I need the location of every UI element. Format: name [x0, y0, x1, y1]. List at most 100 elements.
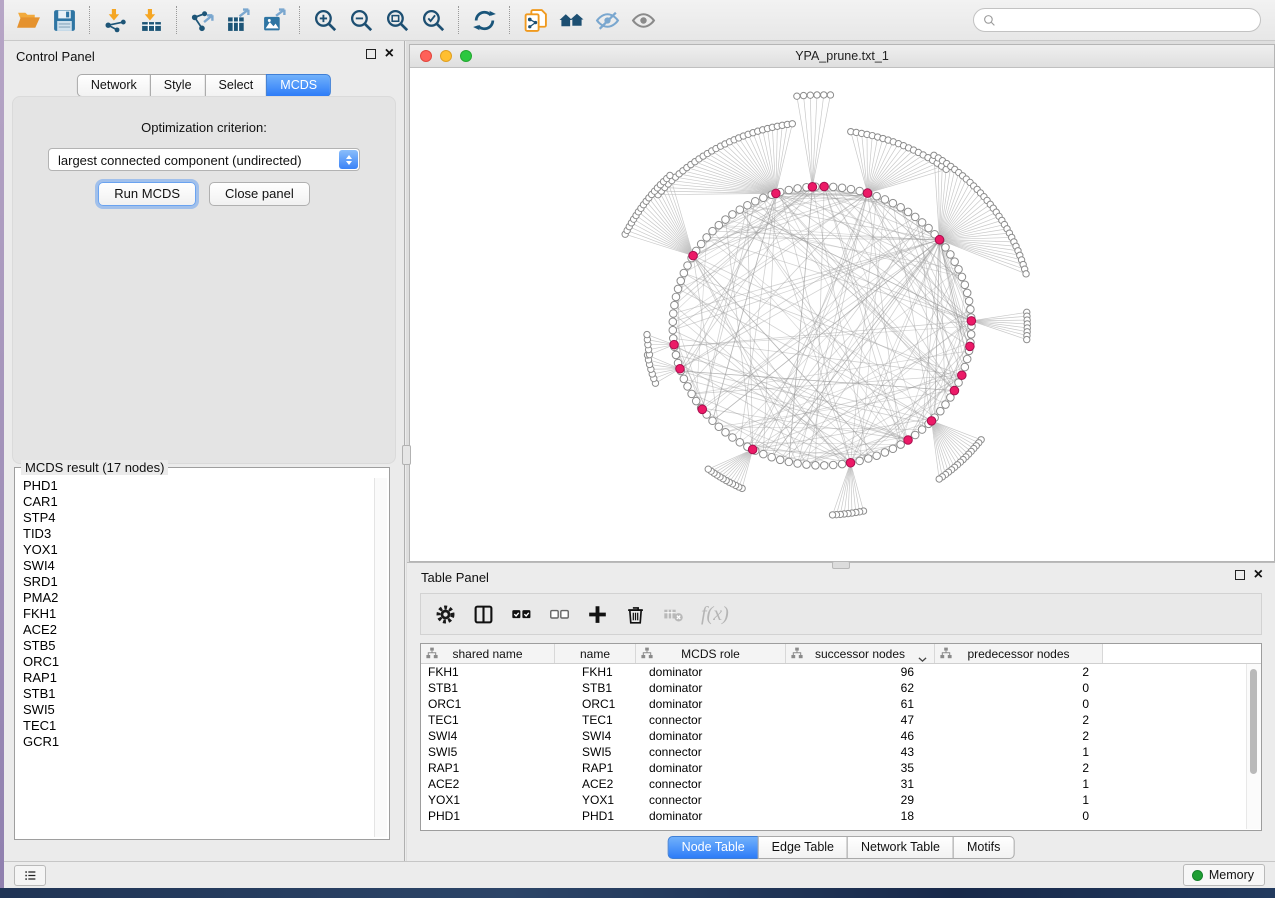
network-node[interactable] [677, 277, 685, 285]
mcds-hub-node[interactable] [808, 183, 817, 192]
network-canvas[interactable] [410, 68, 1274, 561]
table-toolbar-button-select-all[interactable] [511, 604, 532, 625]
table-toolbar-button-show-columns[interactable] [473, 604, 494, 625]
network-node[interactable] [715, 423, 723, 431]
network-node[interactable] [785, 458, 793, 466]
mcds-result-item[interactable]: STB1 [23, 686, 374, 702]
table-row[interactable]: SWI4SWI4dominator462 [421, 728, 1261, 744]
network-node[interactable] [744, 201, 752, 209]
network-node[interactable] [768, 453, 776, 461]
tab-network[interactable]: Network [77, 74, 151, 97]
table-row[interactable]: SWI5SWI5connector431 [421, 744, 1261, 760]
mcds-result-item[interactable]: TID3 [23, 526, 374, 542]
toolbar-button-refresh[interactable] [466, 5, 502, 35]
mcds-hub-node[interactable] [670, 340, 679, 349]
network-node[interactable] [669, 318, 677, 326]
network-node[interactable] [729, 434, 737, 442]
toolbar-button-export-image[interactable] [256, 5, 292, 35]
network-node[interactable] [672, 351, 680, 359]
close-panel-button[interactable]: Close panel [209, 182, 310, 206]
network-node[interactable] [965, 297, 973, 305]
table-row[interactable]: FKH1FKH1dominator962 [421, 664, 1261, 680]
table-toolbar-button-settings-gear[interactable] [435, 604, 456, 625]
network-node[interactable] [961, 281, 969, 289]
network-node[interactable] [829, 512, 835, 518]
network-node[interactable] [911, 431, 919, 439]
toolbar-button-first-neighbors[interactable] [553, 5, 589, 35]
network-node[interactable] [672, 293, 680, 301]
toolbar-button-zoom-out[interactable] [343, 5, 379, 35]
tab-motifs[interactable]: Motifs [953, 836, 1014, 859]
network-node[interactable] [709, 227, 717, 235]
table-row[interactable]: TEC1TEC1connector472 [421, 712, 1261, 728]
network-node[interactable] [760, 450, 768, 458]
network-node[interactable] [942, 244, 950, 252]
table-row[interactable]: ACE2ACE2connector311 [421, 776, 1261, 792]
network-node[interactable] [889, 445, 897, 453]
network-node[interactable] [838, 184, 846, 192]
mcds-result-item[interactable]: ORC1 [23, 654, 374, 670]
tab-network-table[interactable]: Network Table [847, 836, 954, 859]
network-node[interactable] [674, 285, 682, 293]
mcds-hub-node[interactable] [935, 235, 944, 244]
network-node[interactable] [789, 121, 795, 127]
network-node[interactable] [794, 93, 800, 99]
network-node[interactable] [684, 383, 692, 391]
search-input[interactable] [1002, 12, 1260, 28]
network-node[interactable] [951, 258, 959, 266]
mcds-hub-node[interactable] [950, 386, 959, 395]
float-panel-icon[interactable] [1235, 570, 1245, 580]
memory-button[interactable]: Memory [1183, 864, 1265, 886]
network-node[interactable] [865, 455, 873, 463]
mcds-hub-node[interactable] [958, 371, 967, 380]
toolbar-button-zoom-selected[interactable] [415, 5, 451, 35]
network-node[interactable] [873, 452, 881, 460]
network-node[interactable] [963, 355, 971, 363]
network-node[interactable] [715, 221, 723, 229]
network-node[interactable] [680, 269, 688, 277]
mcds-hub-node[interactable] [967, 317, 976, 326]
network-node[interactable] [881, 196, 889, 204]
table-toolbar-button-add-row[interactable] [587, 604, 608, 625]
tab-select[interactable]: Select [205, 74, 268, 97]
network-node[interactable] [807, 92, 813, 98]
network-node[interactable] [669, 310, 677, 318]
network-node[interactable] [1024, 336, 1030, 342]
mcds-hub-node[interactable] [966, 342, 975, 351]
table-row[interactable]: PHD1PHD1dominator180 [421, 808, 1261, 824]
mcds-result-item[interactable]: YOX1 [23, 542, 374, 558]
optimization-criterion-dropdown[interactable]: largest connected component (undirected) [48, 148, 360, 171]
network-node[interactable] [967, 331, 975, 339]
network-node[interactable] [856, 457, 864, 465]
network-node[interactable] [918, 426, 926, 434]
close-window-icon[interactable] [420, 50, 432, 62]
network-node[interactable] [644, 331, 650, 337]
mcds-hub-node[interactable] [676, 364, 685, 373]
mcds-result-item[interactable]: SRD1 [23, 574, 374, 590]
close-panel-icon[interactable] [1254, 570, 1263, 580]
network-node[interactable] [1023, 271, 1029, 277]
mcds-hub-node[interactable] [927, 417, 936, 426]
tab-mcds[interactable]: MCDS [266, 74, 331, 97]
table-row[interactable]: STB1STB1dominator620 [421, 680, 1261, 696]
network-node[interactable] [697, 240, 705, 248]
tab-style[interactable]: Style [150, 74, 206, 97]
network-node[interactable] [667, 172, 673, 178]
table-row[interactable]: YOX1YOX1connector291 [421, 792, 1261, 808]
table-toolbar-button-deselect-all[interactable] [549, 604, 570, 625]
network-node[interactable] [873, 192, 881, 200]
minimize-window-icon[interactable] [440, 50, 452, 62]
network-node[interactable] [881, 449, 889, 457]
network-node[interactable] [692, 397, 700, 405]
toolbar-button-zoom-fit[interactable] [379, 5, 415, 35]
network-node[interactable] [827, 92, 833, 98]
mcds-result-item[interactable]: ACE2 [23, 622, 374, 638]
toolbar-button-duplicate-network[interactable] [517, 5, 553, 35]
mcds-result-item[interactable]: FKH1 [23, 606, 374, 622]
network-node[interactable] [722, 216, 730, 224]
column-header-mcds-role[interactable]: MCDS role [636, 644, 786, 663]
horizontal-splitter-handle[interactable] [832, 561, 850, 569]
toolbar-button-export-table[interactable] [220, 5, 256, 35]
network-node[interactable] [936, 476, 942, 482]
float-panel-icon[interactable] [366, 49, 376, 59]
